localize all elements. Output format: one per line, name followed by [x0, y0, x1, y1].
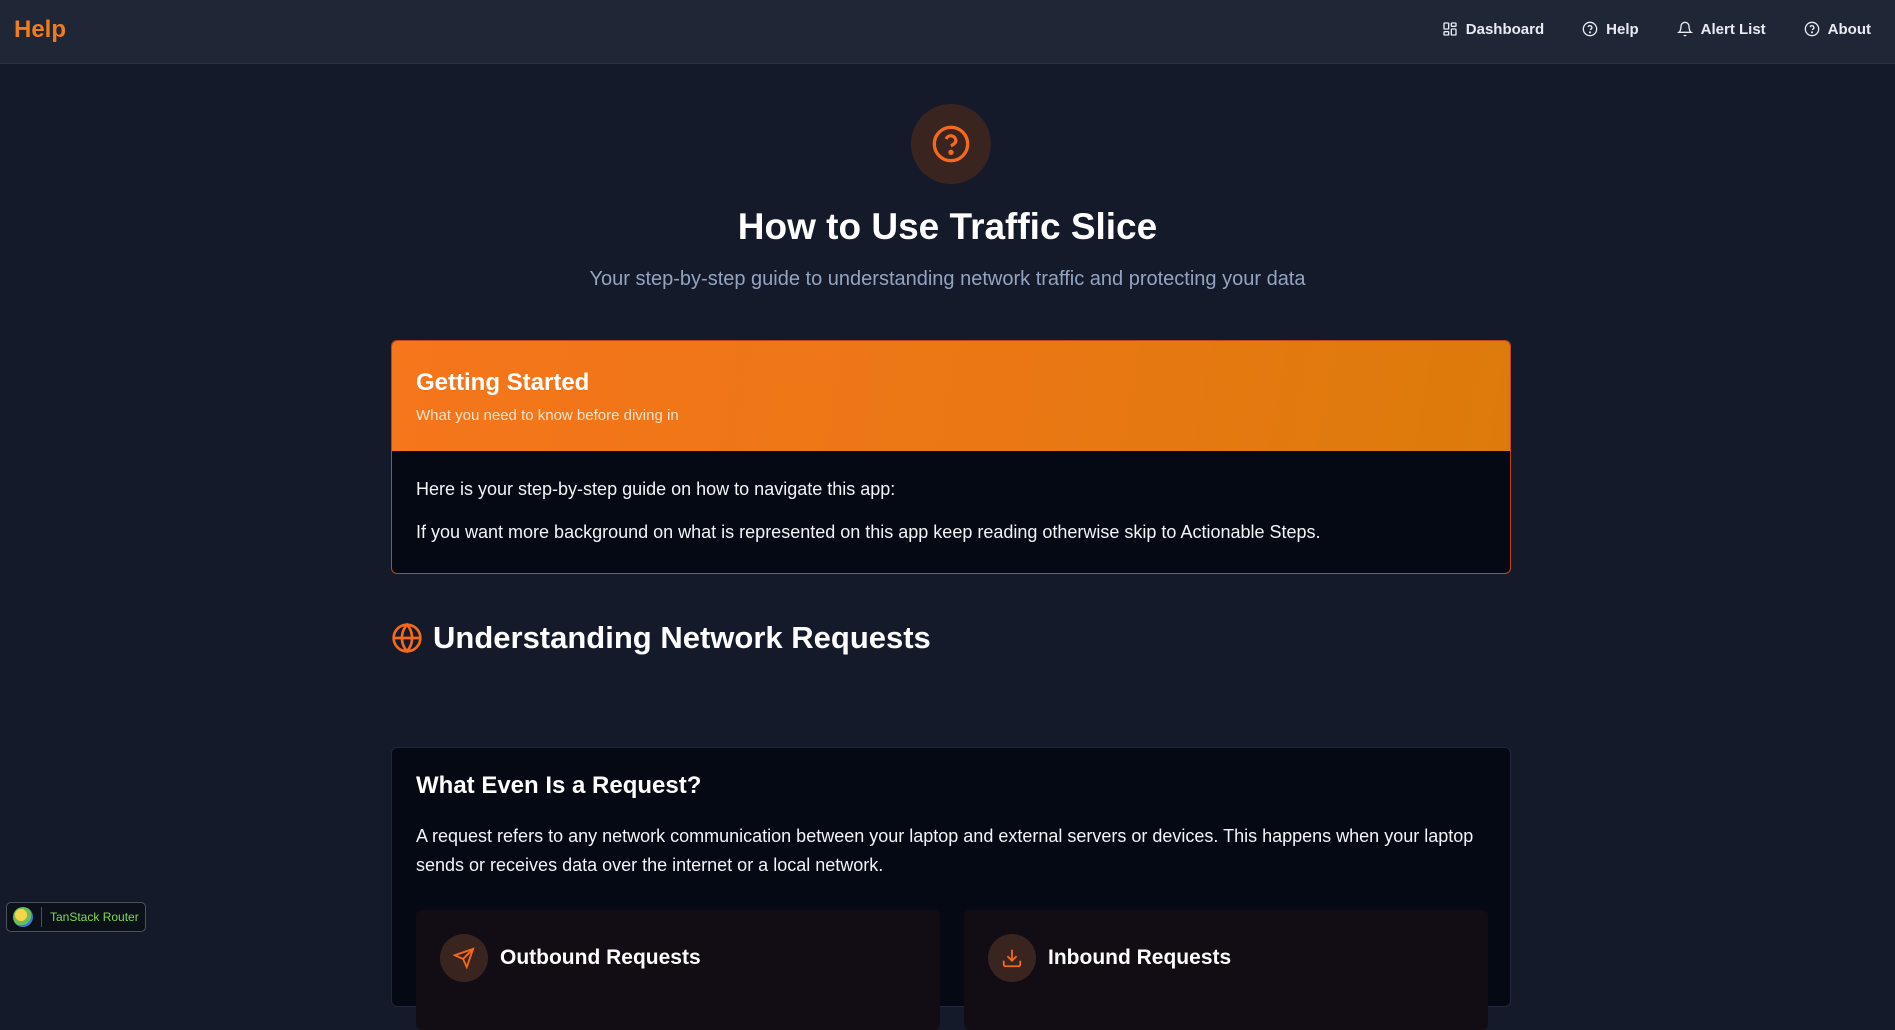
tanstack-router-label: TanStack Router: [50, 910, 139, 924]
request-info-card: What Even Is a Request? A request refers…: [391, 747, 1511, 1030]
nav-item-help[interactable]: Help: [1582, 21, 1639, 38]
request-card-description: A request refers to any network communic…: [416, 826, 1474, 875]
hero-icon-badge: [911, 104, 991, 184]
getting-started-title: Getting Started: [416, 369, 590, 396]
inbound-requests-card: Inbound Requests: [964, 910, 1488, 1030]
top-navbar: Help Dashboard Help Alert List About: [0, 0, 1895, 64]
nav-item-label: Alert List: [1700, 20, 1766, 38]
outbound-requests-card: Outbound Requests: [416, 910, 940, 1030]
download-icon: [1002, 949, 1022, 968]
bell-icon: [1676, 21, 1693, 37]
request-card-title: What Even Is a Request?: [416, 772, 702, 799]
divider: [41, 907, 42, 927]
help-circle-icon: [932, 125, 970, 163]
nav-item-about[interactable]: About: [1804, 21, 1871, 38]
nav-item-label: Dashboard: [1465, 20, 1545, 38]
getting-started-body: Here is your step-by-step guide on how t…: [392, 451, 1510, 571]
section-title-network-requests: Understanding Network Requests: [391, 620, 931, 656]
page-title: How to Use Traffic Slice: [737, 206, 1158, 247]
nav-item-alert-list[interactable]: Alert List: [1676, 20, 1766, 38]
dashboard-grid-icon: [1443, 22, 1457, 36]
getting-started-paragraph: If you want more background on what is r…: [416, 522, 1321, 542]
getting-started-paragraph: Here is your step-by-step guide on how t…: [416, 479, 896, 499]
getting-started-subtitle: What you need to know before diving in: [416, 407, 679, 424]
help-page-content: How to Use Traffic Slice Your step-by-st…: [0, 64, 1895, 1030]
send-icon: [453, 947, 475, 969]
main-nav: Dashboard Help Alert List About: [1442, 0, 1895, 58]
globe-icon: [392, 622, 422, 654]
tanstack-logo-icon: [13, 907, 33, 927]
brand-title[interactable]: Help: [14, 16, 66, 44]
getting-started-card: Getting Started What you need to know be…: [391, 340, 1511, 574]
tanstack-router-devtools-button[interactable]: TanStack Router: [6, 902, 146, 932]
outbound-requests-title: Outbound Requests: [500, 946, 701, 969]
section-title-text: Understanding Network Requests: [433, 620, 931, 655]
getting-started-header: Getting Started What you need to know be…: [392, 341, 1510, 451]
outbound-icon-badge: [440, 934, 488, 982]
nav-item-label: About: [1827, 20, 1871, 38]
help-circle-icon: [1582, 21, 1598, 37]
help-circle-icon: [1804, 21, 1820, 37]
page-subtitle: Your step-by-step guide to understanding…: [589, 268, 1306, 290]
inbound-requests-title: Inbound Requests: [1048, 946, 1232, 969]
nav-item-label: Help: [1606, 20, 1639, 38]
nav-item-dashboard[interactable]: Dashboard: [1442, 21, 1544, 38]
inbound-icon-badge: [988, 934, 1036, 982]
request-types: Outbound Requests Inbound Requests: [416, 910, 1488, 1030]
